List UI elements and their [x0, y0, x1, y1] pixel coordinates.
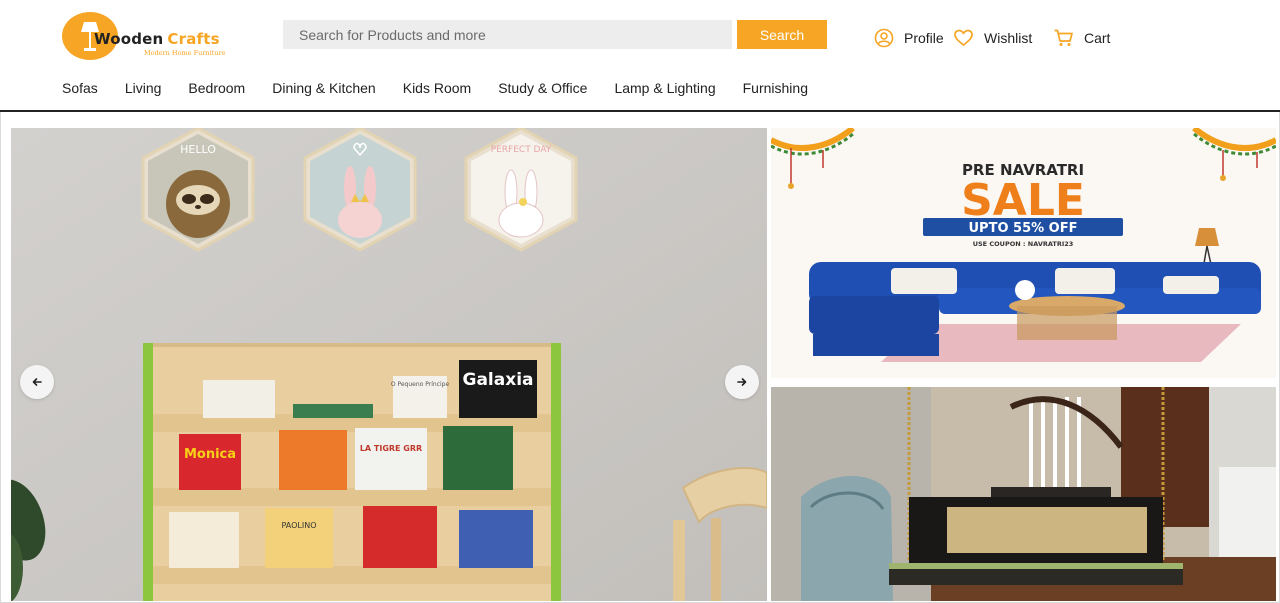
wall-art-hello: HELLO [180, 143, 216, 156]
nav-item-kids-room[interactable]: Kids Room [403, 80, 471, 102]
arrow-left-icon [32, 378, 42, 386]
arrow-right-icon [737, 378, 747, 386]
brand-name: Wooden Crafts [94, 30, 220, 48]
swing-illustration [771, 387, 1276, 601]
swing-banner[interactable] [771, 387, 1276, 601]
profile-label: Profile [904, 30, 944, 46]
nav-item-study-office[interactable]: Study & Office [498, 80, 587, 102]
nav-item-dining-kitchen[interactable]: Dining & Kitchen [272, 80, 376, 102]
brand-name-part2: Crafts [167, 30, 220, 48]
nav-item-living[interactable]: Living [125, 80, 162, 102]
brand-logo[interactable]: Wooden Crafts Modern Home Furniture [62, 10, 242, 62]
navratri-sale-illustration: PRE NAVRATRI SALE UPTO 55% OFF USE COUPO… [771, 128, 1276, 378]
hero-banner[interactable]: HELLO PERFECT DAY O Pequeno Príncipe Gal… [11, 128, 767, 601]
navratri-sale-banner[interactable]: PRE NAVRATRI SALE UPTO 55% OFF USE COUPO… [771, 128, 1276, 378]
book-galaxia: Galaxia [463, 370, 534, 390]
bookshelf: O Pequeno Príncipe Galaxia Monica LA TIG… [143, 343, 561, 601]
hero-illustration: HELLO PERFECT DAY O Pequeno Príncipe Gal… [11, 128, 767, 601]
heart-icon [954, 29, 973, 47]
carousel-prev-button[interactable] [20, 365, 54, 399]
carousel-next-button[interactable] [725, 365, 759, 399]
book-paolino: PAOLINO [281, 521, 316, 530]
brand-name-part1: Wooden [94, 30, 164, 48]
book-la-tigre: LA TIGRE GRR [360, 444, 422, 453]
wishlist-label: Wishlist [984, 30, 1033, 46]
search-button[interactable]: Search [737, 20, 827, 49]
category-nav: Sofas Living Bedroom Dining & Kitchen Ki… [62, 80, 835, 102]
nav-item-furnishing[interactable]: Furnishing [743, 80, 808, 102]
profile-link[interactable]: Profile [874, 26, 944, 50]
book-monica: Monica [184, 447, 236, 462]
cart-label: Cart [1084, 30, 1111, 46]
brand-tagline: Modern Home Furniture [144, 49, 226, 57]
wishlist-link[interactable]: Wishlist [953, 26, 1032, 50]
sale-offer: UPTO 55% OFF [969, 221, 1078, 236]
nav-item-sofas[interactable]: Sofas [62, 80, 98, 102]
wall-art-perfect-day-text: PERFECT DAY [491, 145, 552, 155]
site-header: Wooden Crafts Modern Home Furniture Searc… [0, 0, 1280, 112]
sale-coupon: USE COUPON : NAVRATRI23 [973, 240, 1074, 248]
cart-link[interactable]: Cart [1053, 26, 1110, 50]
user-circle-icon [874, 28, 894, 48]
cart-icon [1054, 29, 1073, 46]
search-input[interactable] [283, 20, 732, 49]
book-pequeno-principe: O Pequeno Príncipe [391, 381, 450, 388]
nav-item-bedroom[interactable]: Bedroom [188, 80, 245, 102]
nav-item-lamp-lighting[interactable]: Lamp & Lighting [614, 80, 715, 102]
